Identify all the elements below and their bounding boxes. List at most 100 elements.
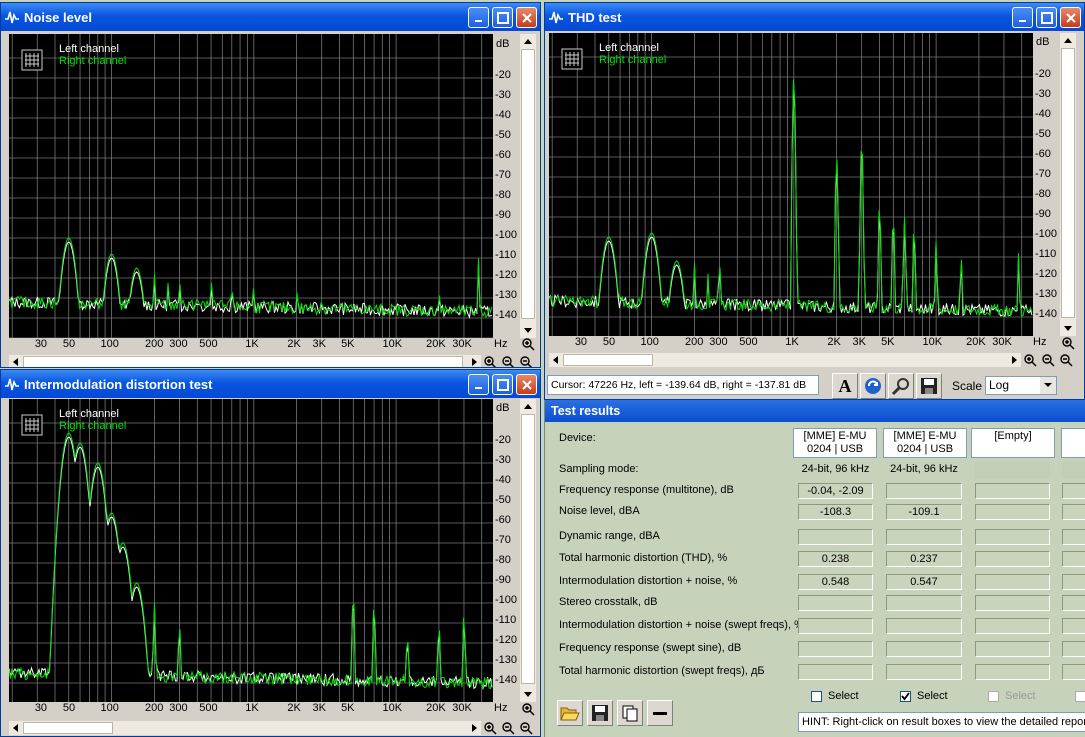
thd-spectrum-plot[interactable] <box>549 33 1033 336</box>
result-value-cell[interactable]: -0.04, -2.09 <box>798 483 873 499</box>
zoom-in-y-icon[interactable] <box>1061 336 1076 350</box>
result-value-cell[interactable] <box>975 664 1050 680</box>
scroll-down-icon[interactable] <box>1060 322 1076 336</box>
result-value-cell[interactable] <box>886 529 962 545</box>
zoom-out-x-icon[interactable] <box>1041 353 1056 367</box>
scroll-down-icon[interactable] <box>520 688 536 702</box>
device-slot-4[interactable] <box>1061 428 1085 458</box>
select-2-checkbox[interactable] <box>900 690 911 702</box>
result-value-cell[interactable] <box>1062 462 1085 478</box>
noise-title-bar[interactable]: Noise level <box>1 3 540 31</box>
result-value-cell[interactable]: 24-bit, 96 kHz <box>886 462 962 478</box>
zoom-in-y-icon[interactable] <box>521 337 536 351</box>
scroll-left-icon[interactable] <box>9 355 23 368</box>
zoom-tool-button[interactable] <box>888 373 914 399</box>
vertical-scrollbar[interactable] <box>520 399 536 702</box>
horizontal-scrollbar[interactable] <box>549 353 1021 367</box>
maximize-button[interactable] <box>1036 7 1057 28</box>
zoom-out-y-icon[interactable] <box>519 355 534 367</box>
open-button[interactable] <box>557 700 583 726</box>
minimize-button[interactable] <box>468 7 489 28</box>
result-value-cell[interactable] <box>975 551 1050 567</box>
zoom-out-x-icon[interactable] <box>501 355 516 367</box>
grid-icon[interactable] <box>21 414 43 436</box>
result-value-cell[interactable] <box>886 595 962 611</box>
imd-title-bar[interactable]: Intermodulation distortion test <box>1 370 540 398</box>
horizontal-scrollbar[interactable] <box>9 355 481 368</box>
result-value-cell[interactable] <box>798 529 873 545</box>
grid-icon[interactable] <box>561 48 583 70</box>
result-value-cell[interactable] <box>975 574 1050 590</box>
result-value-cell[interactable] <box>886 641 962 657</box>
result-value-cell[interactable] <box>1062 618 1085 634</box>
refresh-button[interactable] <box>860 373 886 399</box>
result-value-cell[interactable] <box>975 504 1050 520</box>
result-value-cell[interactable] <box>798 664 873 680</box>
result-value-cell[interactable]: -108.3 <box>798 504 873 520</box>
vertical-scrollbar[interactable] <box>1060 33 1076 336</box>
imd-spectrum-plot[interactable] <box>9 399 493 702</box>
copy-button[interactable] <box>617 700 643 726</box>
select-1[interactable]: Select <box>811 690 859 702</box>
save-results-button[interactable] <box>587 700 613 726</box>
thd-title-bar[interactable]: THD test <box>545 3 1084 31</box>
scroll-right-icon[interactable] <box>467 355 481 368</box>
result-value-cell[interactable] <box>1062 574 1085 590</box>
device-slot-2[interactable]: [MME] E-MU 0204 | USB <box>883 428 967 458</box>
result-value-cell[interactable] <box>886 664 962 680</box>
result-value-cell[interactable] <box>1062 595 1085 611</box>
close-button[interactable] <box>516 7 537 28</box>
clear-button[interactable] <box>647 700 673 726</box>
result-value-cell[interactable] <box>975 641 1050 657</box>
chevron-down-icon[interactable] <box>1040 377 1056 394</box>
result-value-cell[interactable] <box>798 595 873 611</box>
scroll-left-icon[interactable] <box>9 721 23 735</box>
autoscale-button[interactable]: A <box>832 373 858 399</box>
horizontal-scrollbar[interactable] <box>9 721 481 735</box>
scroll-right-icon[interactable] <box>1007 353 1021 367</box>
vertical-scrollbar[interactable] <box>520 34 536 338</box>
scroll-right-icon[interactable] <box>467 721 481 735</box>
result-value-cell[interactable]: 24-bit, 96 kHz <box>798 462 873 478</box>
zoom-in-y-icon[interactable] <box>521 702 536 716</box>
zoom-in-x-icon[interactable] <box>1023 353 1038 367</box>
result-value-cell[interactable] <box>1062 483 1085 499</box>
select-1-checkbox[interactable] <box>811 690 822 702</box>
scroll-left-icon[interactable] <box>549 353 563 367</box>
result-value-cell[interactable]: 0.237 <box>886 551 962 567</box>
noise-spectrum-plot[interactable] <box>9 34 493 338</box>
minimize-button[interactable] <box>1012 7 1033 28</box>
result-value-cell[interactable] <box>1062 529 1085 545</box>
select-2[interactable]: Select <box>900 690 948 702</box>
zoom-in-x-icon[interactable] <box>483 355 498 367</box>
result-value-cell[interactable] <box>1062 664 1085 680</box>
result-value-cell[interactable] <box>1062 641 1085 657</box>
result-value-cell[interactable] <box>975 462 1050 478</box>
scroll-up-icon[interactable] <box>520 399 536 413</box>
result-value-cell[interactable] <box>1062 551 1085 567</box>
maximize-button[interactable] <box>492 374 513 395</box>
device-slot-1[interactable]: [MME] E-MU 0204 | USB <box>793 428 877 458</box>
maximize-button[interactable] <box>492 7 513 28</box>
result-value-cell[interactable] <box>975 483 1050 499</box>
minimize-button[interactable] <box>468 374 489 395</box>
result-value-cell[interactable] <box>798 641 873 657</box>
close-button[interactable] <box>516 374 537 395</box>
result-value-cell[interactable] <box>798 618 873 634</box>
scroll-down-icon[interactable] <box>520 324 536 338</box>
select-4-checkbox[interactable] <box>1075 690 1085 702</box>
zoom-out-y-icon[interactable] <box>519 721 534 735</box>
zoom-out-x-icon[interactable] <box>501 721 516 735</box>
result-value-cell[interactable]: -109.1 <box>886 504 962 520</box>
result-value-cell[interactable]: 0.548 <box>798 574 873 590</box>
select-4[interactable] <box>1075 690 1085 702</box>
select-3[interactable]: Select <box>988 690 1036 702</box>
scroll-up-icon[interactable] <box>520 34 536 48</box>
result-value-cell[interactable] <box>975 618 1050 634</box>
zoom-out-y-icon[interactable] <box>1059 353 1074 367</box>
result-value-cell[interactable] <box>975 595 1050 611</box>
scroll-up-icon[interactable] <box>1060 33 1076 47</box>
zoom-in-x-icon[interactable] <box>483 721 498 735</box>
result-value-cell[interactable] <box>886 483 962 499</box>
select-3-checkbox[interactable] <box>988 690 999 702</box>
